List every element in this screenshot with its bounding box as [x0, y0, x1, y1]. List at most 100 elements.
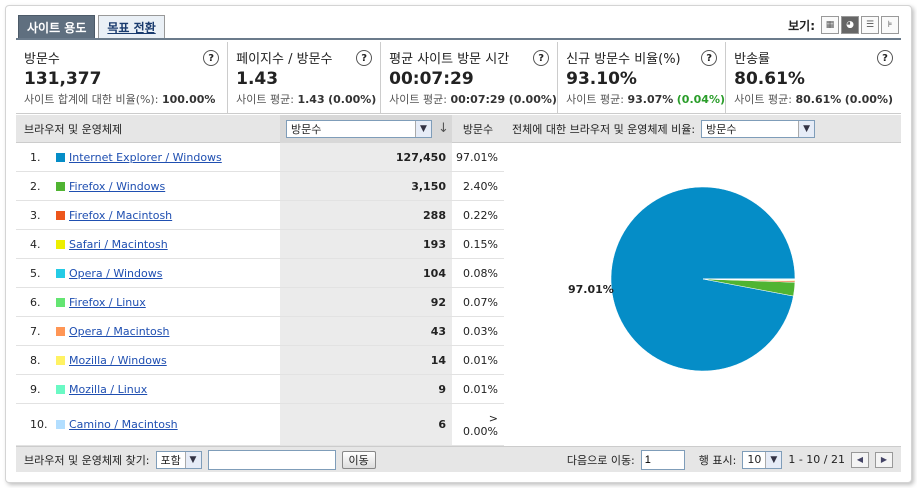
- table-row: 1. Internet Explorer / Windows 127,450 97.0…: [16, 143, 504, 172]
- metric-pages-per-visit: 페이지수 / 방문수 1.43 사이트 평균: 1.43 (0.00%) ?: [228, 42, 382, 113]
- metric-sub: 사이트 평균: 93.07% (0.04%): [566, 91, 725, 107]
- metric-sub: 사이트 평균: 80.61% (0.00%): [734, 91, 893, 107]
- row-percent: 2.40%: [463, 179, 498, 193]
- report-tabs: 사이트 용도 목표 전환: [18, 15, 168, 39]
- table-row: 9. Mozilla / Linux 9 0.01%: [16, 375, 504, 404]
- metric-sub-label: 사이트 평균:: [236, 93, 294, 106]
- dimension-link[interactable]: Mozilla / Windows: [69, 354, 167, 367]
- row-number: 2.: [30, 179, 41, 193]
- match-type-select[interactable]: 포함 ▼: [155, 450, 202, 469]
- goto-page-input[interactable]: [640, 449, 685, 470]
- pie-view-icon[interactable]: ◕: [841, 16, 859, 34]
- metric-sub: 사이트 평균: 1.43 (0.00%): [236, 91, 376, 107]
- pie-metric-select[interactable]: 방문수 ▼: [701, 119, 816, 138]
- dimension-link[interactable]: Opera / Macintosh: [69, 325, 169, 338]
- metric-sub-label: 사이트 평균:: [734, 93, 792, 106]
- legend-swatch: [56, 420, 65, 429]
- dimension-link[interactable]: Firefox / Macintosh: [69, 209, 172, 222]
- pie-header: 전체에 대한 브라우저 및 운영체제 비율: 방문수 ▼: [504, 119, 901, 138]
- row-percent: 0.03%: [463, 324, 498, 338]
- row-dimension: Opera / Macintosh: [56, 325, 280, 338]
- legend-swatch: [56, 239, 65, 249]
- table-footer: 브라우저 및 운영체제 찾기: 포함 ▼ 이동 다음으로 이동: 행 표시: 1…: [16, 446, 901, 472]
- row-dimension: Firefox / Windows: [56, 180, 280, 193]
- row-number: 1.: [30, 150, 41, 164]
- metric-value: 131,377: [24, 69, 102, 89]
- sort-arrow-icon[interactable]: ↓: [438, 121, 449, 136]
- metric-title: 반송률: [734, 52, 771, 67]
- metric-select-value: 방문수: [291, 122, 322, 136]
- row-dimension: Firefox / Linux: [56, 296, 280, 309]
- row-number: 3.: [30, 208, 41, 222]
- table-row: 7. Opera / Macintosh 43 0.03%: [16, 317, 504, 346]
- table-row: 6. Firefox / Linux 92 0.07%: [16, 288, 504, 317]
- dimension-link[interactable]: Mozilla / Linux: [69, 383, 147, 396]
- metric-avg-time: 평균 사이트 방문 시간 00:07:29 사이트 평균: 00:07:29 (…: [381, 42, 559, 113]
- metric-select[interactable]: 방문수 ▼: [286, 119, 432, 138]
- metric-sub-value: 93.07%: [627, 93, 674, 106]
- table-row: 4. Safari / Macintosh 193 0.15%: [16, 230, 504, 259]
- metric-select-cell: 방문수 ▼ ↓: [280, 114, 452, 143]
- row-value: 193: [280, 230, 452, 258]
- comparison-view-icon[interactable]: ⊧: [881, 16, 899, 34]
- metric-visits: 방문수 131,377 사이트 합계에 대한 비율(%): 100.00% ?: [16, 42, 229, 113]
- row-dimension: Mozilla / Linux: [56, 383, 280, 396]
- row-dimension: Internet Explorer / Windows: [56, 151, 280, 164]
- row-number: 6.: [30, 295, 41, 309]
- legend-swatch: [56, 297, 65, 307]
- dimension-link[interactable]: Firefox / Linux: [69, 296, 146, 309]
- row-value: 6: [280, 404, 452, 445]
- dimension-link[interactable]: Opera / Windows: [69, 267, 162, 280]
- metric-sub: 사이트 평균: 00:07:29 (0.00%): [389, 91, 557, 107]
- rows-per-page-select[interactable]: 10 ▼: [742, 450, 783, 469]
- legend-swatch: [56, 210, 65, 220]
- dimension-link[interactable]: Firefox / Windows: [69, 180, 165, 193]
- dimension-link[interactable]: Internet Explorer / Windows: [69, 151, 222, 164]
- find-label: 브라우저 및 운영체제 찾기:: [24, 453, 150, 467]
- legend-swatch: [56, 268, 65, 278]
- metric-value: 93.10%: [566, 69, 637, 89]
- filter-input[interactable]: [207, 449, 336, 470]
- row-value: 43: [280, 317, 452, 345]
- legend-swatch: [56, 384, 65, 394]
- tab-goal-conversion[interactable]: 목표 전환: [98, 15, 165, 39]
- next-page-icon[interactable]: ▶: [875, 451, 893, 468]
- metric-bounce-rate: 반송률 80.61% 사이트 평균: 80.61% (0.00%) ?: [726, 42, 901, 113]
- go-button[interactable]: 이동: [341, 450, 376, 469]
- metric-value: 00:07:29: [389, 69, 474, 89]
- table-view-icon[interactable]: ▦: [821, 16, 839, 34]
- dimension-link[interactable]: Safari / Macintosh: [69, 238, 168, 251]
- rows-label: 행 표시:: [698, 453, 737, 467]
- view-switcher: 보기: ▦ ◕ ☰ ⊧: [788, 16, 899, 34]
- row-number: 4.: [30, 237, 41, 251]
- chevron-down-icon: ▼: [415, 120, 431, 137]
- row-percent: 0.08%: [463, 266, 498, 280]
- metric-new-visits: 신규 방문수 비율(%) 93.10% 사이트 평균: 93.07% (0.04…: [558, 42, 727, 113]
- pct-header: 방문수: [462, 122, 494, 136]
- table-row: 8. Mozilla / Windows 14 0.01%: [16, 346, 504, 375]
- performance-view-icon[interactable]: ☰: [861, 16, 879, 34]
- metric-sub-extra: (0.00%): [844, 93, 893, 106]
- row-value: 127,450: [280, 143, 452, 171]
- row-dimension: Camino / Macintosh: [56, 418, 280, 431]
- help-icon[interactable]: ?: [877, 50, 893, 66]
- pie-data-label: 97.01%: [568, 283, 614, 296]
- prev-page-icon[interactable]: ◀: [851, 451, 869, 468]
- row-percent: 0.01%: [463, 353, 498, 367]
- metric-sub: 사이트 합계에 대한 비율(%): 100.00%: [24, 91, 219, 107]
- tab-site-usage[interactable]: 사이트 용도: [18, 15, 96, 39]
- metric-title: 평균 사이트 방문 시간: [389, 52, 510, 67]
- row-number: 10.: [30, 418, 48, 431]
- metric-sub-value: 1.43: [297, 93, 325, 106]
- pie-chart: 97.01%: [568, 186, 796, 372]
- metric-sub-value: 00:07:29: [450, 93, 506, 106]
- data-table: 1. Internet Explorer / Windows 127,450 97.0…: [16, 143, 504, 446]
- goto-label: 다음으로 이동:: [566, 453, 635, 467]
- dimension-link[interactable]: Camino / Macintosh: [69, 418, 178, 431]
- row-percent: 0.22%: [463, 208, 498, 222]
- row-number: 5.: [30, 266, 41, 280]
- metrics-bar: 방문수 131,377 사이트 합계에 대한 비율(%): 100.00% ? …: [16, 42, 901, 114]
- tab-underline: [16, 38, 901, 40]
- match-type-value: 포함: [160, 453, 181, 467]
- table-row: 3. Firefox / Macintosh 288 0.22%: [16, 201, 504, 230]
